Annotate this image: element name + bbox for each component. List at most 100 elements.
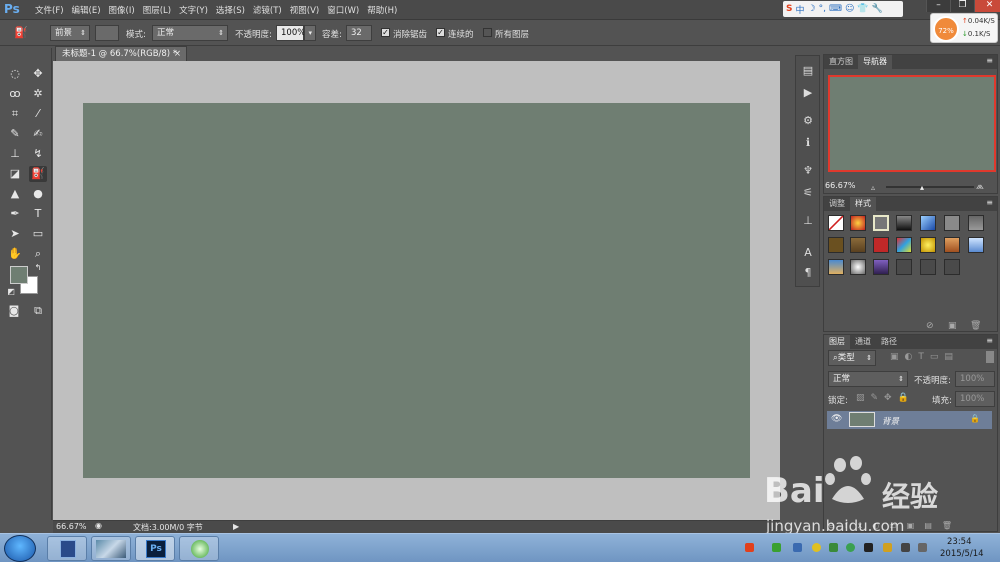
taskbar-app-photoshop[interactable]: Ps bbox=[135, 536, 175, 561]
opacity-input[interactable]: 100% bbox=[276, 25, 305, 41]
document-tab[interactable]: 未标题-1 @ 66.7%(RGB/8) * × bbox=[55, 46, 187, 61]
brush-presets-icon[interactable]: ♆ bbox=[800, 164, 816, 178]
navigator-zoom[interactable]: 66.67% bbox=[825, 181, 856, 190]
wechat-tray-icon[interactable] bbox=[883, 543, 892, 552]
tab-histogram[interactable]: 直方图 bbox=[824, 55, 858, 69]
qq-tray-icon[interactable] bbox=[864, 543, 873, 552]
panel-menu-icon[interactable]: ≡ bbox=[986, 336, 993, 345]
brush-panel-icon[interactable]: ⚟ bbox=[800, 186, 816, 200]
menu-view[interactable]: 视图(V) bbox=[287, 4, 324, 16]
antialias-checkbox[interactable]: ✓ bbox=[381, 28, 390, 37]
zoom-slider[interactable] bbox=[886, 186, 974, 188]
style-swatch[interactable] bbox=[850, 259, 866, 275]
style-swatch[interactable] bbox=[968, 237, 984, 253]
layer-filter-icons[interactable]: ▣◐T▭▤ bbox=[890, 352, 959, 362]
zoom-out-icon[interactable]: ▵ bbox=[871, 183, 875, 192]
screen-mode-icon[interactable]: ⧉ bbox=[29, 303, 47, 319]
style-swatch[interactable] bbox=[944, 237, 960, 253]
filter-toggle[interactable] bbox=[986, 351, 994, 363]
default-colors-icon[interactable]: ◩ bbox=[2, 284, 20, 300]
trash-icon[interactable]: 🗑 bbox=[970, 321, 981, 331]
volume-icon[interactable] bbox=[901, 543, 910, 552]
history-panel-icon[interactable]: ▤ bbox=[800, 64, 816, 78]
crop-tool-icon[interactable]: ⌗ bbox=[6, 106, 24, 122]
paint-bucket-preset-icon[interactable]: ⛽ bbox=[12, 25, 30, 41]
move-tool-icon[interactable]: ✥ bbox=[29, 66, 47, 82]
style-swatch[interactable] bbox=[850, 237, 866, 253]
style-swatch[interactable] bbox=[944, 215, 960, 231]
style-swatch[interactable] bbox=[828, 237, 844, 253]
character-panel-icon[interactable]: A bbox=[800, 246, 816, 260]
wrench-icon[interactable]: 🔧 bbox=[872, 4, 883, 14]
type-tool-icon[interactable]: T bbox=[29, 206, 47, 222]
tab-adjustments[interactable]: 调整 bbox=[824, 197, 850, 211]
close-tab-icon[interactable]: × bbox=[174, 47, 181, 62]
style-swatch[interactable] bbox=[944, 259, 960, 275]
user-icon[interactable]: ☺ bbox=[845, 4, 854, 14]
menu-type[interactable]: 文字(Y) bbox=[176, 4, 213, 16]
tab-navigator[interactable]: 导航器 bbox=[858, 55, 892, 69]
style-swatch[interactable] bbox=[896, 237, 912, 253]
punct-icon[interactable]: °, bbox=[819, 4, 826, 14]
update-tray-icon[interactable] bbox=[846, 543, 855, 552]
sogou-tray-icon[interactable] bbox=[745, 543, 754, 552]
blend-mode-select[interactable]: 正常 ⇕ bbox=[828, 371, 908, 387]
quick-mask-icon[interactable]: ◙ bbox=[5, 303, 23, 319]
healing-brush-icon[interactable]: ✎ bbox=[6, 126, 24, 142]
close-icon[interactable]: ✕ bbox=[974, 0, 1000, 12]
style-swatch[interactable] bbox=[968, 215, 984, 231]
blur-tool-icon[interactable]: ▲ bbox=[6, 186, 24, 202]
history-brush-icon[interactable]: ↯ bbox=[29, 146, 47, 162]
style-swatch[interactable] bbox=[873, 259, 889, 275]
eye-icon[interactable]: 👁 bbox=[831, 414, 842, 424]
pattern-picker[interactable] bbox=[95, 25, 119, 41]
style-swatch[interactable] bbox=[896, 259, 912, 275]
marquee-tool-icon[interactable]: ◌ bbox=[6, 66, 24, 82]
network-tray-icon[interactable] bbox=[793, 543, 802, 552]
layer-opacity-input[interactable]: 100% bbox=[955, 371, 995, 387]
tolerance-input[interactable]: 32 bbox=[346, 25, 372, 41]
menu-layer[interactable]: 图层(L) bbox=[140, 4, 176, 16]
actions-panel-icon[interactable]: ▶ bbox=[800, 86, 816, 100]
clock-time[interactable]: 23:54 bbox=[947, 537, 972, 547]
layer-row[interactable]: 👁 背景 🔒 bbox=[827, 411, 992, 429]
zoom-in-icon[interactable]: ⩕ bbox=[976, 181, 984, 192]
style-swatch[interactable] bbox=[920, 237, 936, 253]
navigator-thumbnail[interactable] bbox=[828, 75, 996, 172]
clear-style-icon[interactable]: ⊘ bbox=[926, 321, 934, 331]
mode-select[interactable]: 正常 ⇕ bbox=[152, 25, 228, 41]
status-arrow-icon[interactable]: ▶ bbox=[233, 522, 239, 531]
eyedropper-icon[interactable]: ⁄ bbox=[29, 106, 47, 122]
contiguous-checkbox[interactable]: ✓ bbox=[436, 28, 445, 37]
dodge-tool-icon[interactable]: ● bbox=[29, 186, 47, 202]
app-tray-icon[interactable] bbox=[829, 543, 838, 552]
shape-tool-icon[interactable]: ▭ bbox=[29, 226, 47, 242]
clock-date[interactable]: 2015/5/14 bbox=[940, 549, 984, 559]
menu-window[interactable]: 窗口(W) bbox=[324, 4, 364, 16]
magic-wand-icon[interactable]: ✲ bbox=[29, 86, 47, 102]
battery-icon[interactable] bbox=[772, 543, 781, 552]
eraser-icon[interactable]: ◪ bbox=[6, 166, 24, 182]
zoom-level[interactable]: 66.67% bbox=[56, 522, 87, 531]
hand-tool-icon[interactable]: ✋ bbox=[6, 246, 24, 262]
clone-source-icon[interactable]: ⊥ bbox=[800, 214, 816, 228]
new-style-icon[interactable]: ▣ bbox=[948, 321, 957, 331]
panel-menu-icon[interactable]: ≡ bbox=[986, 198, 993, 207]
tab-layers[interactable]: 图层 bbox=[824, 335, 850, 349]
all-layers-checkbox[interactable] bbox=[483, 28, 492, 37]
clone-stamp-icon[interactable]: ⊥ bbox=[6, 146, 24, 162]
brush-tool-icon[interactable]: ✍ bbox=[29, 126, 47, 142]
network-speed-widget[interactable]: 72% ↑0.04K/S ↓0.1K/S bbox=[930, 13, 998, 43]
status-menu-icon[interactable]: ◉ bbox=[95, 521, 102, 530]
layer-filter-select[interactable]: ⌕类型 ⇕ bbox=[828, 350, 876, 366]
security-tray-icon[interactable] bbox=[812, 543, 821, 552]
moon-icon[interactable]: ☽ bbox=[808, 4, 816, 14]
taskbar-app-image[interactable] bbox=[91, 536, 131, 561]
lock-icons[interactable]: ▨✎✥🔒 bbox=[856, 393, 915, 403]
properties-panel-icon[interactable]: ⚙ bbox=[800, 114, 816, 128]
fill-source-select[interactable]: 前景 ⇕ bbox=[50, 25, 90, 41]
path-select-icon[interactable]: ➤ bbox=[6, 226, 24, 242]
document-canvas[interactable] bbox=[83, 103, 750, 478]
keyboard-icon[interactable]: ⌨ bbox=[829, 4, 842, 14]
paragraph-panel-icon[interactable]: ¶ bbox=[800, 266, 816, 280]
